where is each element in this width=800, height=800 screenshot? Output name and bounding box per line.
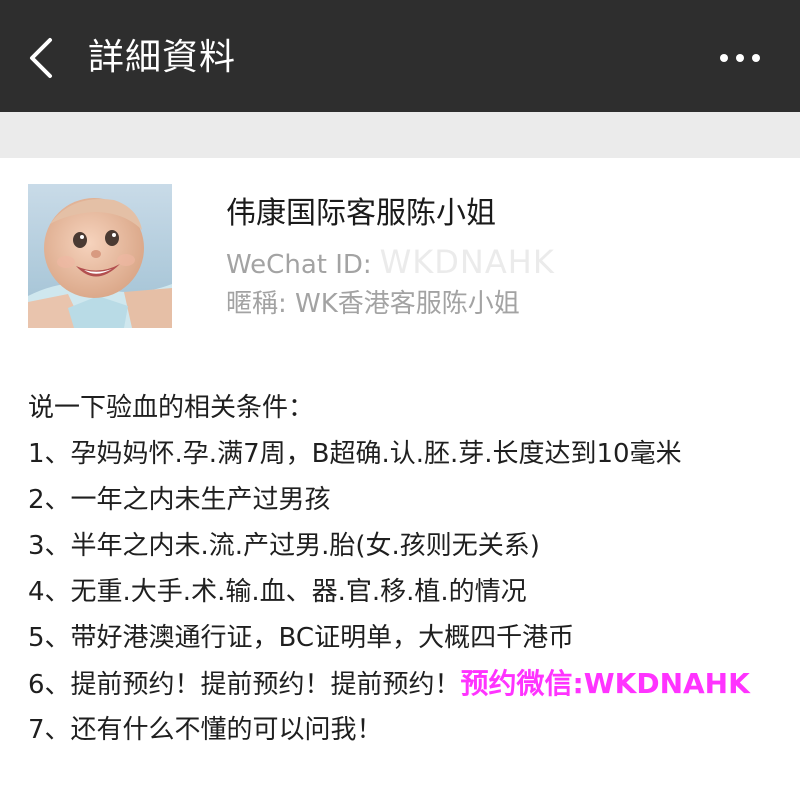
wechat-id-value: WKDNAHK <box>379 243 555 281</box>
wechat-id-label: WeChat ID: <box>226 250 372 280</box>
list-item-with-highlight: 6、提前预约！提前预约！提前预约！预约微信:WKDNAHK <box>28 664 798 710</box>
more-button[interactable] <box>712 44 768 72</box>
avatar[interactable] <box>28 184 172 328</box>
baby-avatar <box>28 184 172 328</box>
chevron-left-icon <box>30 38 52 78</box>
list-item: 4、无重.大手.术.输.血、器.官.移.植.的情况 <box>28 577 527 607</box>
wechat-id-row: WeChat ID: WKDNAHK <box>226 244 555 283</box>
list-item: 3、半年之内未.流.产过男.胎(女.孩则无关系) <box>28 531 540 561</box>
section-divider <box>0 112 800 158</box>
back-button[interactable] <box>22 34 62 82</box>
list-item-text: 6、提前预约！提前预约！提前预约！ <box>28 670 461 700</box>
top-nav-bar: 詳細資料 <box>0 0 800 112</box>
message-intro: 说一下验血的相关条件： <box>28 393 315 423</box>
contact-name: 伟康国际客服陈小姐 <box>226 196 496 231</box>
list-item: 1、孕妈妈怀.孕.满7周，B超确.认.胚.芽.长度达到10毫米 <box>28 439 682 469</box>
highlight-wechat-contact: 预约微信:WKDNAHK <box>460 667 750 700</box>
message-body: 说一下验血的相关条件： 1、孕妈妈怀.孕.满7周，B超确.认.胚.芽.长度达到1… <box>28 388 798 756</box>
list-item: 5、带好港澳通行证，BC证明单，大概四千港币 <box>28 623 575 653</box>
more-dots-icon <box>720 54 760 62</box>
nickname: 暱稱: WK香港客服陈小姐 <box>226 289 520 319</box>
list-item: 7、还有什么不懂的可以问我！ <box>28 715 383 745</box>
list-item: 2、一年之内未生产过男孩 <box>28 485 331 515</box>
page-title: 詳細資料 <box>88 37 237 78</box>
